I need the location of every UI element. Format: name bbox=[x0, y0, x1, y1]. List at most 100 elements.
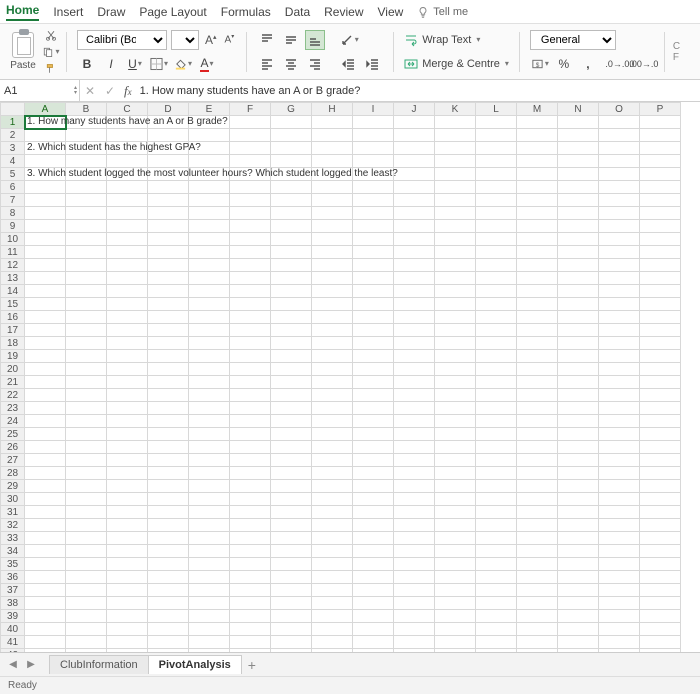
cell-P36[interactable] bbox=[640, 571, 681, 584]
cell-C9[interactable] bbox=[107, 220, 148, 233]
cell-N10[interactable] bbox=[558, 233, 599, 246]
row-header-36[interactable]: 36 bbox=[1, 571, 25, 584]
cell-M39[interactable] bbox=[517, 610, 558, 623]
cell-N32[interactable] bbox=[558, 519, 599, 532]
cell-K13[interactable] bbox=[435, 272, 476, 285]
cell-M10[interactable] bbox=[517, 233, 558, 246]
cell-O31[interactable] bbox=[599, 506, 640, 519]
cell-L4[interactable] bbox=[476, 155, 517, 168]
cell-A5[interactable]: 3. Which student logged the most volunte… bbox=[25, 168, 66, 181]
cell-P24[interactable] bbox=[640, 415, 681, 428]
cell-D19[interactable] bbox=[148, 350, 189, 363]
cell-E32[interactable] bbox=[189, 519, 230, 532]
cell-G26[interactable] bbox=[271, 441, 312, 454]
cell-K9[interactable] bbox=[435, 220, 476, 233]
cell-O37[interactable] bbox=[599, 584, 640, 597]
cell-C25[interactable] bbox=[107, 428, 148, 441]
cell-A13[interactable] bbox=[25, 272, 66, 285]
cell-M26[interactable] bbox=[517, 441, 558, 454]
row-header-37[interactable]: 37 bbox=[1, 584, 25, 597]
cell-E24[interactable] bbox=[189, 415, 230, 428]
cell-C2[interactable] bbox=[107, 129, 148, 142]
cell-C6[interactable] bbox=[107, 181, 148, 194]
cell-I7[interactable] bbox=[353, 194, 394, 207]
cell-K41[interactable] bbox=[435, 636, 476, 649]
cell-G8[interactable] bbox=[271, 207, 312, 220]
cell-F9[interactable] bbox=[230, 220, 271, 233]
cell-O38[interactable] bbox=[599, 597, 640, 610]
cell-H38[interactable] bbox=[312, 597, 353, 610]
cell-J38[interactable] bbox=[394, 597, 435, 610]
cell-F5[interactable] bbox=[230, 168, 271, 181]
row-header-4[interactable]: 4 bbox=[1, 155, 25, 168]
cell-E40[interactable] bbox=[189, 623, 230, 636]
cell-D35[interactable] bbox=[148, 558, 189, 571]
cell-L7[interactable] bbox=[476, 194, 517, 207]
cell-H39[interactable] bbox=[312, 610, 353, 623]
cell-F28[interactable] bbox=[230, 467, 271, 480]
cell-F6[interactable] bbox=[230, 181, 271, 194]
cell-F8[interactable] bbox=[230, 207, 271, 220]
cell-C8[interactable] bbox=[107, 207, 148, 220]
cell-O28[interactable] bbox=[599, 467, 640, 480]
column-header-M[interactable]: M bbox=[517, 103, 558, 116]
merge-centre-button[interactable]: Merge & Centre▾ bbox=[404, 57, 509, 71]
cell-A20[interactable] bbox=[25, 363, 66, 376]
cell-J13[interactable] bbox=[394, 272, 435, 285]
cell-K19[interactable] bbox=[435, 350, 476, 363]
cell-N22[interactable] bbox=[558, 389, 599, 402]
row-header-39[interactable]: 39 bbox=[1, 610, 25, 623]
cell-G20[interactable] bbox=[271, 363, 312, 376]
cell-K20[interactable] bbox=[435, 363, 476, 376]
cell-E26[interactable] bbox=[189, 441, 230, 454]
percent-format-button[interactable]: % bbox=[554, 54, 574, 74]
cell-N39[interactable] bbox=[558, 610, 599, 623]
row-header-6[interactable]: 6 bbox=[1, 181, 25, 194]
cell-N33[interactable] bbox=[558, 532, 599, 545]
comma-format-button[interactable]: , bbox=[578, 54, 598, 74]
cell-O5[interactable] bbox=[599, 168, 640, 181]
cell-D38[interactable] bbox=[148, 597, 189, 610]
cell-E31[interactable] bbox=[189, 506, 230, 519]
cell-J19[interactable] bbox=[394, 350, 435, 363]
cell-P2[interactable] bbox=[640, 129, 681, 142]
cell-N37[interactable] bbox=[558, 584, 599, 597]
cell-C17[interactable] bbox=[107, 324, 148, 337]
cell-N35[interactable] bbox=[558, 558, 599, 571]
row-header-24[interactable]: 24 bbox=[1, 415, 25, 428]
cell-C24[interactable] bbox=[107, 415, 148, 428]
cell-F10[interactable] bbox=[230, 233, 271, 246]
cell-C16[interactable] bbox=[107, 311, 148, 324]
cell-E35[interactable] bbox=[189, 558, 230, 571]
cell-A23[interactable] bbox=[25, 402, 66, 415]
cell-A18[interactable] bbox=[25, 337, 66, 350]
cell-M36[interactable] bbox=[517, 571, 558, 584]
cell-D22[interactable] bbox=[148, 389, 189, 402]
cell-P12[interactable] bbox=[640, 259, 681, 272]
cell-N4[interactable] bbox=[558, 155, 599, 168]
cell-L1[interactable] bbox=[476, 116, 517, 129]
cell-J10[interactable] bbox=[394, 233, 435, 246]
cell-B36[interactable] bbox=[66, 571, 107, 584]
cell-J34[interactable] bbox=[394, 545, 435, 558]
cell-D18[interactable] bbox=[148, 337, 189, 350]
cell-L15[interactable] bbox=[476, 298, 517, 311]
cell-H4[interactable] bbox=[312, 155, 353, 168]
cell-K5[interactable] bbox=[435, 168, 476, 181]
cell-N36[interactable] bbox=[558, 571, 599, 584]
increase-font-button[interactable]: A▴ bbox=[203, 33, 219, 47]
cell-G13[interactable] bbox=[271, 272, 312, 285]
cell-C26[interactable] bbox=[107, 441, 148, 454]
cell-G11[interactable] bbox=[271, 246, 312, 259]
cell-M18[interactable] bbox=[517, 337, 558, 350]
cell-K30[interactable] bbox=[435, 493, 476, 506]
spreadsheet-grid[interactable]: ABCDEFGHIJKLMNOP11. How many students ha… bbox=[0, 102, 700, 668]
cell-N26[interactable] bbox=[558, 441, 599, 454]
cell-D5[interactable] bbox=[148, 168, 189, 181]
cell-J14[interactable] bbox=[394, 285, 435, 298]
cell-P29[interactable] bbox=[640, 480, 681, 493]
cell-A15[interactable] bbox=[25, 298, 66, 311]
borders-button[interactable]: ▾ bbox=[149, 54, 169, 74]
cell-D1[interactable] bbox=[148, 116, 189, 129]
cell-H26[interactable] bbox=[312, 441, 353, 454]
